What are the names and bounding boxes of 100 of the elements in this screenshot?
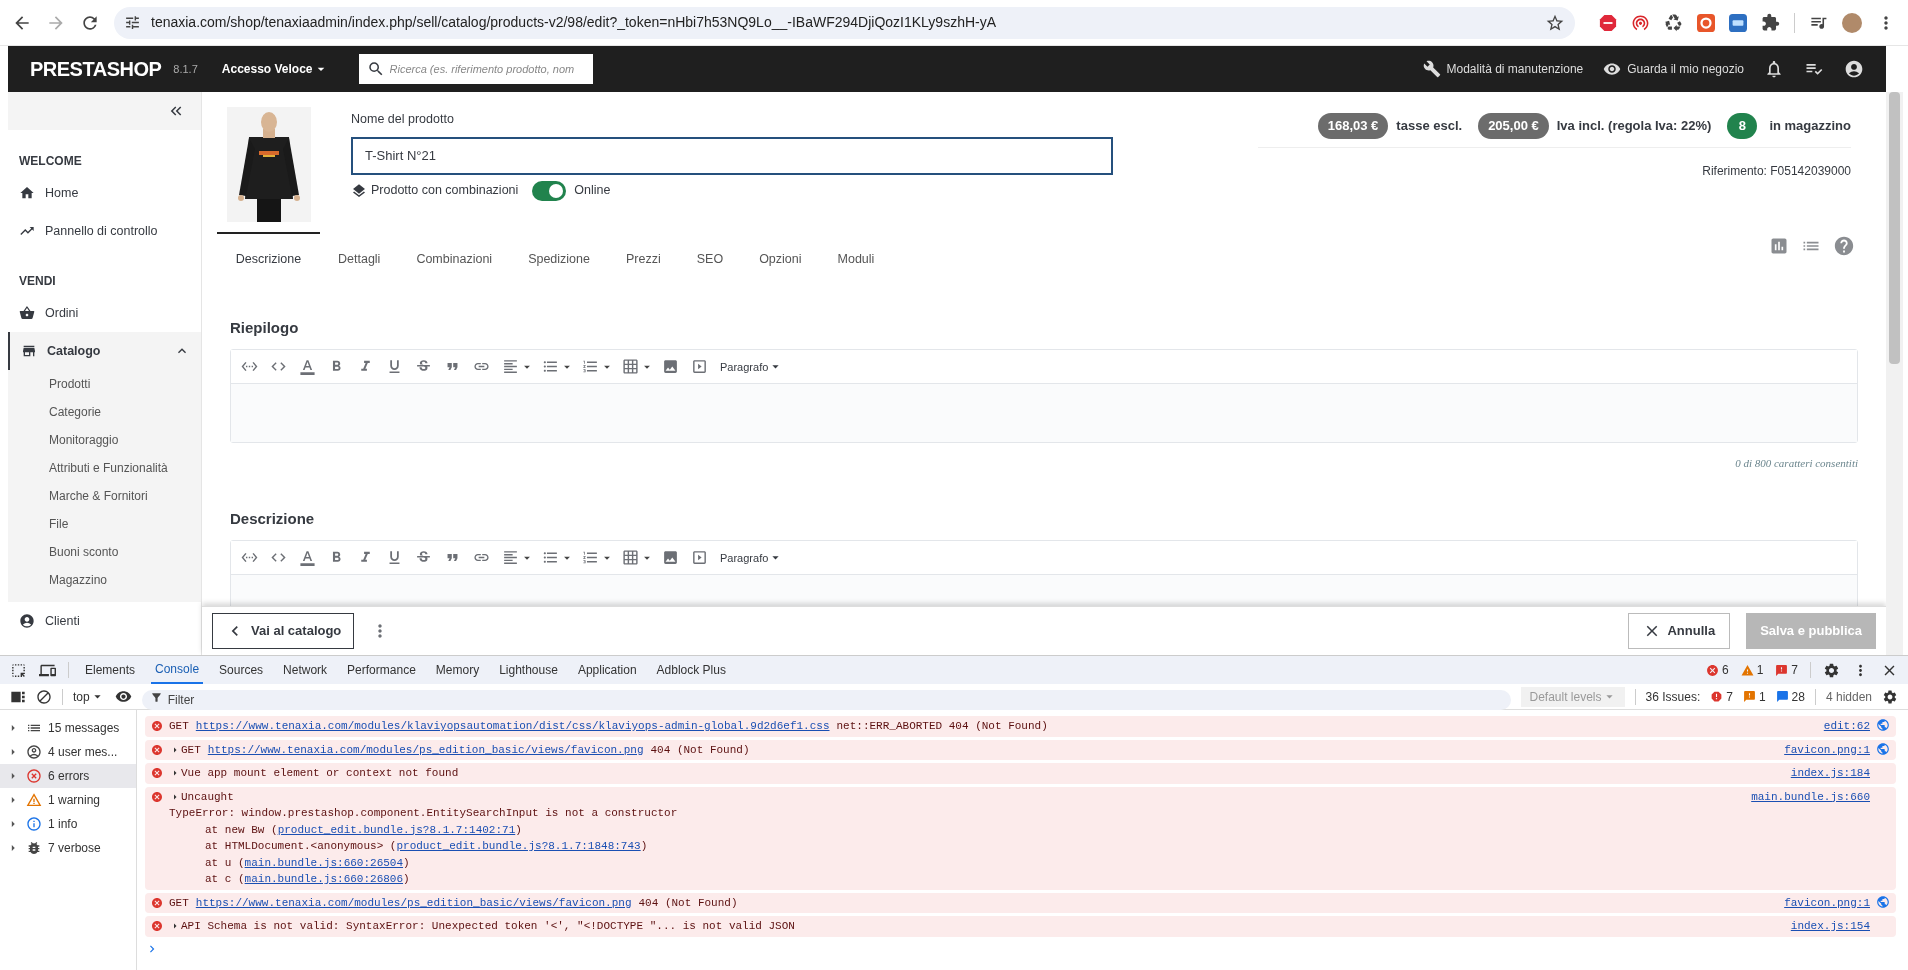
site-settings-icon[interactable] xyxy=(124,14,141,31)
align-left-icon[interactable] xyxy=(502,358,519,376)
filter-field[interactable]: Filter xyxy=(141,689,1512,710)
devtools-tab[interactable]: Sources xyxy=(215,656,268,684)
rich-text-editor[interactable]: Paragrafo xyxy=(230,349,1858,444)
devtools-tab[interactable]: Elements xyxy=(81,656,140,684)
submenu-item[interactable]: Magazzino xyxy=(8,566,201,594)
issue-count[interactable]: 28 xyxy=(1775,687,1805,706)
logo[interactable]: PRESTASHOP xyxy=(30,54,162,84)
table-icon[interactable] xyxy=(622,358,639,376)
sidebar-item[interactable]: Pannello di controllo xyxy=(8,212,201,250)
network-icon[interactable] xyxy=(1876,741,1890,756)
notifications-icon[interactable] xyxy=(1764,59,1784,79)
submenu-item[interactable]: Prodotti xyxy=(8,370,201,398)
devtools-tab[interactable]: Network xyxy=(279,656,332,684)
submenu-item[interactable]: Categorie xyxy=(8,398,201,426)
extension-icon[interactable] xyxy=(1729,13,1747,32)
stop-sign-icon[interactable] xyxy=(1599,13,1617,32)
console-sidebar-item[interactable]: 1 warning xyxy=(0,788,136,812)
image-icon[interactable] xyxy=(662,358,679,376)
tab[interactable]: Descrizione xyxy=(217,232,320,275)
network-icon[interactable] xyxy=(1876,894,1890,909)
video-icon[interactable] xyxy=(691,549,708,567)
devtools-tab[interactable]: Lighthouse xyxy=(495,656,562,684)
message-link[interactable]: https://www.tenaxia.com/modules/klaviyopsautomation/dist/css/klaviyops-admin-global.9d2d6ef1.css xyxy=(195,720,830,732)
sidebar-item[interactable]: Clienti xyxy=(8,602,201,640)
broadcast-icon[interactable] xyxy=(1631,13,1650,32)
source-link[interactable]: index.js:184 xyxy=(1790,765,1870,782)
submenu-item[interactable]: Monitoraggio xyxy=(8,426,201,454)
devtools-tab[interactable]: Console xyxy=(151,656,204,684)
inspect-icon[interactable] xyxy=(10,661,27,679)
network-icon[interactable] xyxy=(1876,718,1890,732)
stack-link[interactable]: product_edit.bundle.js?8.1.7:1848:743 xyxy=(396,840,641,852)
recycle-icon[interactable] xyxy=(1664,13,1683,32)
message-link[interactable]: https://www.tenaxia.com/modules/ps_edition_basic/views/favicon.png xyxy=(195,896,632,909)
sidebar-item[interactable]: Ordini xyxy=(8,294,201,332)
stack-link[interactable]: main.bundle.js:660:26504 xyxy=(244,856,404,869)
product-name-field[interactable]: T-Shirt N°21 xyxy=(351,136,1113,175)
message-count[interactable]: 6 xyxy=(1705,661,1729,679)
console-sidebar-item[interactable]: 7 verbose xyxy=(0,836,136,860)
rich-text-editor[interactable]: Paragrafo xyxy=(230,540,1858,606)
scrollbar[interactable] xyxy=(1886,92,1903,655)
table-icon[interactable] xyxy=(622,549,639,567)
console-sidebar-item[interactable]: 1 info xyxy=(0,812,136,836)
devtools-tab[interactable]: Application xyxy=(573,656,641,684)
devtools-tab[interactable]: Memory xyxy=(431,656,484,684)
submenu-item[interactable]: Marche & Fornitori xyxy=(8,482,201,510)
tab[interactable]: Opzioni xyxy=(741,232,820,275)
source-link[interactable]: favicon.png:1 xyxy=(1784,894,1870,911)
stack-link[interactable]: product_edit.bundle.js?8.1.7:1402:71 xyxy=(277,823,516,836)
header-link[interactable]: Modalità di manutenzione xyxy=(1422,60,1584,78)
account-icon[interactable] xyxy=(1844,59,1864,79)
image-icon[interactable] xyxy=(662,549,679,567)
sidebar-item[interactable]: Home xyxy=(8,174,201,212)
submenu-item[interactable]: Attributi e Funzionalità xyxy=(8,454,201,482)
help-icon[interactable] xyxy=(1833,234,1855,257)
online-toggle[interactable] xyxy=(532,180,567,201)
source-link[interactable]: favicon.png:1 xyxy=(1784,741,1870,758)
source-link[interactable]: main.bundle.js:660 xyxy=(1751,788,1870,805)
align-left-icon[interactable] xyxy=(502,549,519,567)
submenu-item[interactable]: File xyxy=(8,510,201,538)
search-field[interactable]: Ricerca (es. riferimento prodotto, nom xyxy=(358,54,593,84)
tab[interactable]: Dettagli xyxy=(320,232,399,275)
quick-access-menu[interactable]: Accesso Veloce xyxy=(221,60,329,78)
text-color-icon[interactable] xyxy=(299,549,316,567)
submenu-item[interactable]: Buoni sconto xyxy=(8,538,201,566)
tab[interactable]: Combinazioni xyxy=(398,232,511,275)
devtools-tab[interactable]: Adblock Plus xyxy=(652,656,730,684)
source-link[interactable]: index.js:154 xyxy=(1790,918,1870,935)
puzzle-icon[interactable] xyxy=(1761,13,1780,32)
back-to-catalog-button[interactable]: Vai al catalogo xyxy=(212,613,355,649)
console-sidebar-item[interactable]: 15 messages xyxy=(0,716,136,740)
message-count[interactable]: 1 xyxy=(1740,661,1764,679)
address-bar[interactable]: tenaxia.com/shop/tenaxiaadmin/index.php/sell/catalog/products-v2/98/edit?_token=nHbi7h53NQ9Lo__-IBaWF294DjiQozI1KLy9szhH-yA xyxy=(114,6,1575,39)
tab[interactable]: SEO xyxy=(678,232,742,275)
source-link[interactable]: edit:62 xyxy=(1823,718,1870,735)
sidebar-item[interactable]: Catalogo xyxy=(8,332,201,370)
eye-icon[interactable] xyxy=(114,688,132,705)
format-dropdown[interactable]: Paragrafo xyxy=(720,549,784,566)
message-link[interactable]: https://www.tenaxia.com/modules/ps_edition_basic/views/favicon.png xyxy=(207,743,644,756)
console-sidebar-item[interactable]: 4 user mes... xyxy=(0,740,136,764)
issue-count[interactable]: 1 xyxy=(1742,687,1766,706)
settings-icon[interactable] xyxy=(1823,661,1840,679)
profile-avatar[interactable] xyxy=(1842,12,1862,33)
stack-link[interactable]: main.bundle.js:660:26806 xyxy=(244,873,404,885)
ring-icon[interactable] xyxy=(1697,13,1715,32)
text-color-icon[interactable] xyxy=(299,358,316,376)
issue-count[interactable]: 7 xyxy=(1710,687,1733,706)
video-icon[interactable] xyxy=(691,358,708,376)
cancel-button[interactable]: Annulla xyxy=(1628,613,1731,649)
tab[interactable]: Moduli xyxy=(819,232,893,275)
context-selector[interactable]: top xyxy=(73,687,105,706)
console-sidebar-item[interactable]: 6 errors xyxy=(0,764,136,788)
message-count[interactable]: 7 xyxy=(1775,661,1798,679)
tab[interactable]: Prezzi xyxy=(608,232,679,275)
clear-console-icon[interactable] xyxy=(36,688,52,705)
format-dropdown[interactable]: Paragrafo xyxy=(720,358,784,375)
devtools-tab[interactable]: Performance xyxy=(343,656,420,684)
console-settings-icon[interactable] xyxy=(1882,688,1898,705)
tab[interactable]: Spedizione xyxy=(510,232,608,275)
